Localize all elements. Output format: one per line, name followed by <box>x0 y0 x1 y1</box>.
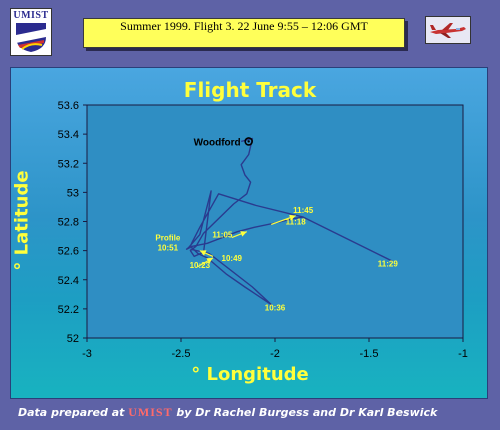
woodford-label: Woodford <box>194 137 241 148</box>
y-tick-label: 52.2 <box>58 304 79 316</box>
woodford-dot <box>247 140 250 143</box>
y-tick-label: 52.8 <box>58 217 79 229</box>
time-annotation: 11:05 <box>212 231 233 240</box>
time-annotation: Profile <box>155 233 180 242</box>
x-tick-label: -1.5 <box>360 348 379 360</box>
y-axis-label: ° Latitude <box>11 170 33 271</box>
y-tick-label: 52.4 <box>58 275 79 287</box>
time-annotation: 10:49 <box>222 254 243 263</box>
time-annotation: 11:45 <box>293 206 314 215</box>
y-tick-label: 53.4 <box>58 129 79 141</box>
x-tick-label: -3 <box>82 348 92 360</box>
y-tick-label: 52.6 <box>58 246 79 258</box>
y-tick-label: 52 <box>67 333 79 345</box>
y-tick-label: 53.6 <box>58 100 79 112</box>
time-annotation: 11:18 <box>286 217 307 226</box>
footer-credit: Data prepared at UMIST by Dr Rachel Burg… <box>18 405 488 420</box>
time-annotation: 10:36 <box>265 303 286 312</box>
x-axis-label: ° Longitude <box>191 364 309 385</box>
x-tick-label: -2 <box>270 348 280 360</box>
y-tick-label: 53.2 <box>58 158 79 170</box>
footer-org: UMIST <box>128 405 173 419</box>
footer-prefix: Data prepared at <box>18 406 129 419</box>
footer-suffix: by Dr Rachel Burgess and Dr Karl Beswick <box>172 406 438 419</box>
time-annotation: 10:23 <box>190 261 211 270</box>
y-tick-label: 53 <box>67 187 79 199</box>
x-tick-label: -1 <box>458 348 468 360</box>
time-annotation: 10:51 <box>158 244 179 253</box>
time-annotation: 11:29 <box>378 260 399 269</box>
x-tick-label: -2.5 <box>172 348 191 360</box>
